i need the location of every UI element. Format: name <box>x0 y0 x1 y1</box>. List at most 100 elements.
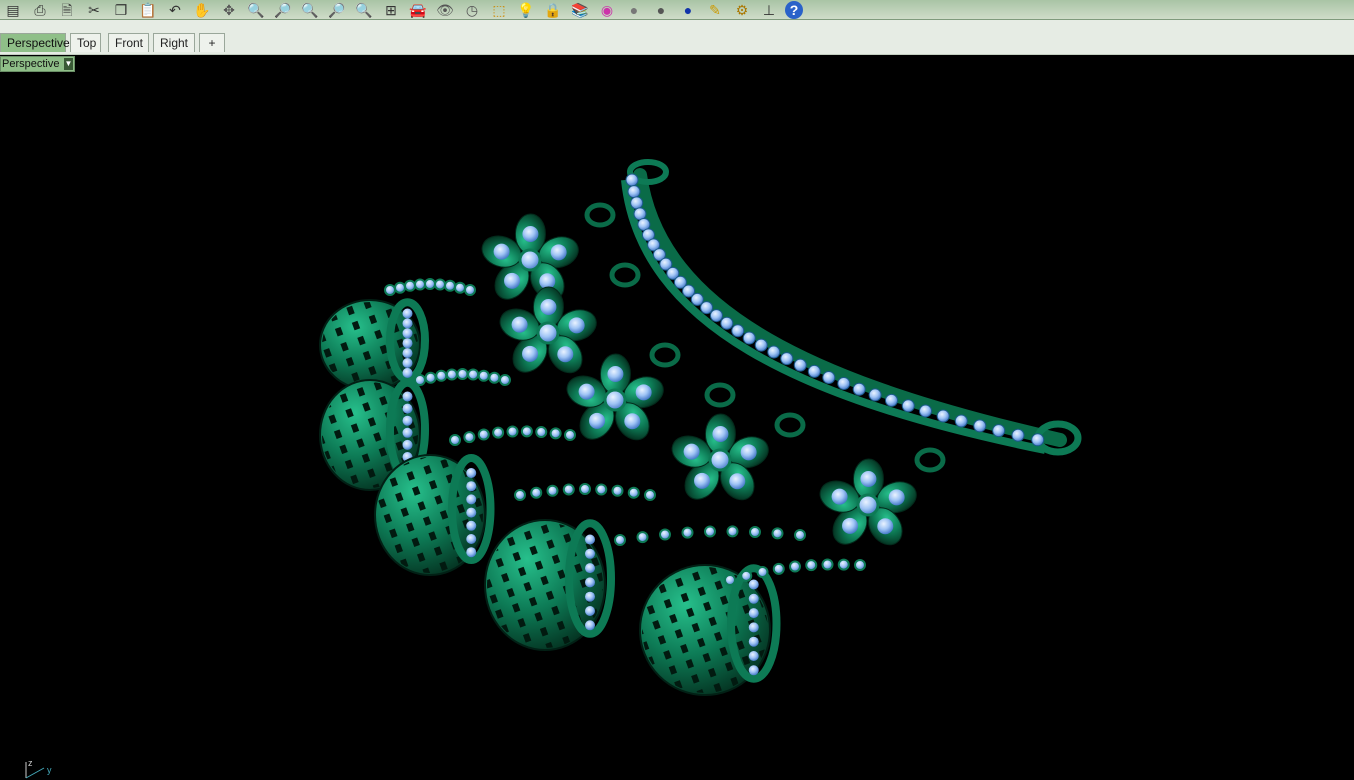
cap-stone <box>585 534 595 545</box>
render-icon[interactable]: ● <box>677 1 699 19</box>
bar-stone <box>852 382 866 396</box>
cut-icon[interactable]: ✂ <box>83 1 105 19</box>
string-stone <box>477 428 490 441</box>
string-stone <box>520 425 533 438</box>
string-stone <box>492 426 505 439</box>
string-stone <box>384 284 396 296</box>
string-stone <box>549 427 562 440</box>
string-stone <box>467 368 480 381</box>
zoom-extents-icon[interactable]: 🔍 <box>299 1 321 19</box>
chain-link <box>649 342 681 368</box>
undo-icon[interactable]: ↶ <box>164 1 186 19</box>
rendered-sphere-icon[interactable]: ● <box>650 1 672 19</box>
bar-stone <box>936 409 950 423</box>
bar-stone <box>627 185 641 199</box>
copy-icon[interactable]: ❐ <box>110 1 132 19</box>
string-stone <box>756 566 769 579</box>
string-stone <box>499 374 511 386</box>
bar-stone <box>742 331 756 345</box>
string-stone <box>595 483 608 496</box>
string-stone <box>456 368 469 380</box>
petal-stone <box>557 346 574 363</box>
petal-stone <box>831 488 848 505</box>
flower-center-stone <box>856 493 880 517</box>
flower-center-stone <box>603 388 627 412</box>
lock-icon[interactable]: 🔒 <box>542 1 564 19</box>
chain-link <box>584 202 616 228</box>
rotate-view-icon[interactable]: ✥ <box>218 1 240 19</box>
petal-stone <box>877 518 894 535</box>
print-icon[interactable]: ⎙ <box>29 1 51 19</box>
cap-stone <box>402 358 413 368</box>
color-wheel-icon[interactable]: ◉ <box>596 1 618 19</box>
help-icon[interactable]: ? <box>785 0 803 19</box>
axis-y-label: y <box>47 765 52 775</box>
cap-stone <box>402 318 413 329</box>
bar-stone <box>837 376 851 390</box>
cap-stone <box>466 507 477 518</box>
cap-stone <box>402 415 413 426</box>
petal-stone <box>740 444 757 461</box>
bar-stone <box>919 404 933 418</box>
petal-stone <box>493 243 510 260</box>
tab-front[interactable]: Front <box>108 33 149 52</box>
cap-stone <box>402 391 413 402</box>
hide-icon[interactable]: 👁 <box>434 1 456 19</box>
viewport-menu-arrow-icon[interactable]: ▼ <box>64 58 73 70</box>
save-icon[interactable]: 🗎 <box>56 1 78 19</box>
layers-icon[interactable]: 📚 <box>569 1 591 19</box>
petal-stone <box>568 317 585 334</box>
string-stone <box>414 374 426 386</box>
zoom-icon[interactable]: 🔍 <box>245 1 267 19</box>
petal-stone <box>624 413 641 430</box>
zoom-selected-icon[interactable]: 🔎 <box>326 1 348 19</box>
bar-stone <box>992 424 1006 438</box>
circle-icon[interactable]: ◷ <box>461 1 483 19</box>
zoom-window-icon[interactable]: 🔎 <box>272 1 294 19</box>
new-icon[interactable]: ▤ <box>2 1 24 19</box>
zoom-previous-icon[interactable]: 🔍 <box>353 1 375 19</box>
pendant-assembly <box>319 159 1082 696</box>
string-stone <box>794 529 806 541</box>
string-stone <box>749 526 761 539</box>
string-stone <box>659 528 671 541</box>
bar-stone <box>754 338 768 352</box>
car-icon[interactable]: 🚘 <box>407 1 429 19</box>
bar-stone <box>954 414 968 428</box>
pan-icon[interactable]: ✋ <box>191 1 213 19</box>
string-stone <box>772 562 785 575</box>
dimension-icon[interactable]: ⊥ <box>758 1 780 19</box>
bar-stone <box>973 419 987 433</box>
petal-stone <box>511 316 528 333</box>
cap-stone <box>585 620 595 631</box>
paste-icon[interactable]: 📋 <box>137 1 159 19</box>
string-stone <box>435 369 448 382</box>
petal-stone <box>842 517 859 534</box>
viewport-title: Perspective <box>2 58 60 70</box>
select-objects-icon[interactable]: ⬚ <box>488 1 510 19</box>
options-icon[interactable]: ✎ <box>704 1 726 19</box>
viewport-title-menu[interactable]: Perspective ▼ <box>0 56 75 72</box>
light-icon[interactable]: 💡 <box>515 1 537 19</box>
string-stone <box>488 371 501 384</box>
jewelry-model-render[interactable] <box>0 55 1354 778</box>
petal-stone <box>607 366 624 383</box>
settings-gear-icon[interactable]: ⚙ <box>731 1 753 19</box>
flower-center-stone <box>708 448 732 472</box>
petal-stone <box>522 345 539 362</box>
string-stone <box>424 371 437 384</box>
cap-stone <box>466 494 477 505</box>
string-stone <box>454 281 466 294</box>
string-stone <box>681 526 694 539</box>
tab-perspective[interactable]: Perspective <box>0 33 70 52</box>
string-stone <box>837 558 850 571</box>
tab-top[interactable]: Top <box>70 33 101 52</box>
string-stone <box>821 558 834 571</box>
add-viewport-tab-button[interactable]: + <box>199 33 225 52</box>
shaded-sphere-icon[interactable]: ● <box>623 1 645 19</box>
axis-z-label: z <box>28 758 33 768</box>
perspective-viewport[interactable]: Perspective ▼ z y <box>0 55 1354 779</box>
cap-stone <box>748 622 759 633</box>
tab-right[interactable]: Right <box>153 33 195 52</box>
four-viewports-icon[interactable]: ⊞ <box>380 1 402 19</box>
